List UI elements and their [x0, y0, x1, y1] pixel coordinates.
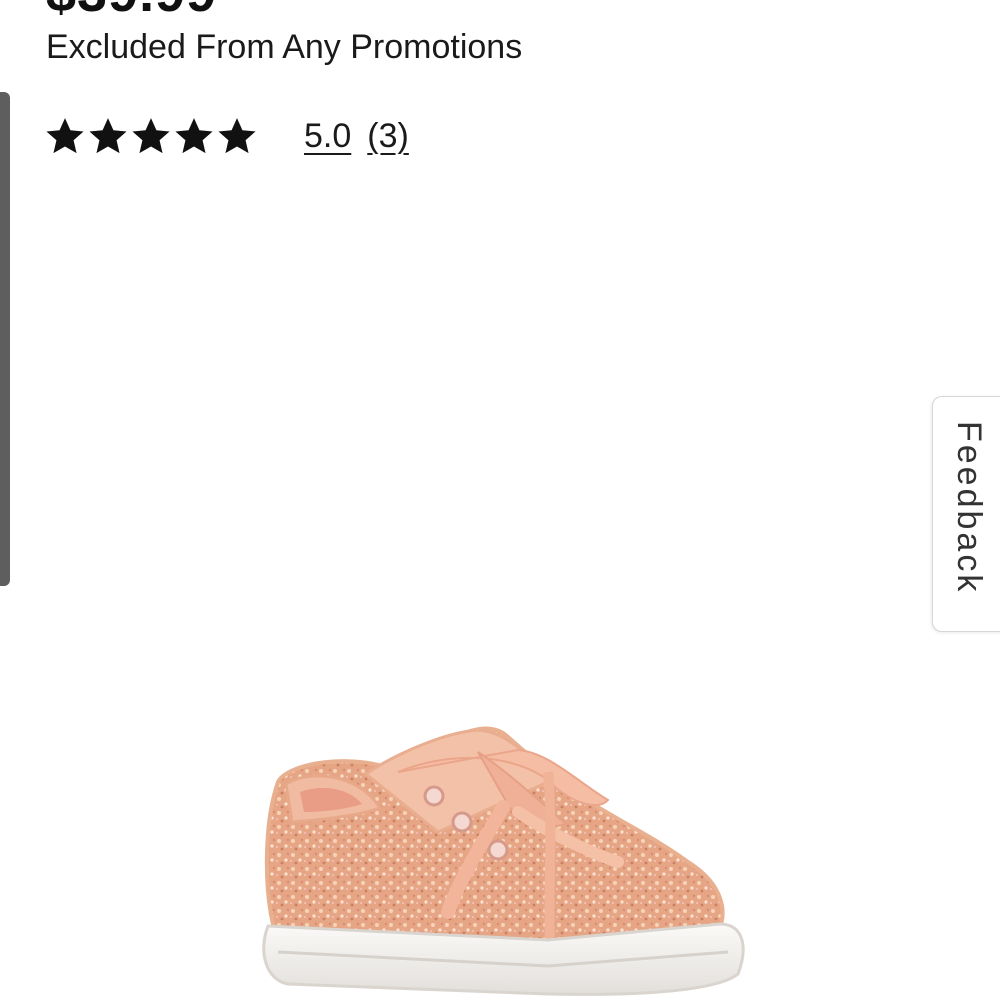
feedback-label: Feedback [950, 421, 988, 595]
review-count-link[interactable]: (3) [367, 117, 409, 156]
star-icon [218, 118, 256, 154]
star-icon [175, 118, 213, 154]
feedback-tab[interactable]: Feedback [932, 396, 1000, 632]
promotion-exclusion-note: Excluded From Any Promotions [46, 28, 523, 66]
star-icon [132, 118, 170, 154]
product-detail-page: $39.99 Excluded From Any Promotions 5.0 … [0, 0, 1000, 1000]
scroll-indicator[interactable] [0, 92, 10, 586]
glitter-sneaker-image[interactable] [248, 712, 758, 1000]
rating-row[interactable]: 5.0 (3) [44, 108, 409, 164]
star-icon [46, 118, 84, 154]
rating-stars [44, 115, 258, 157]
rating-value-link[interactable]: 5.0 [304, 117, 351, 156]
star-icon [89, 118, 127, 154]
product-price: $39.99 [46, 0, 217, 24]
